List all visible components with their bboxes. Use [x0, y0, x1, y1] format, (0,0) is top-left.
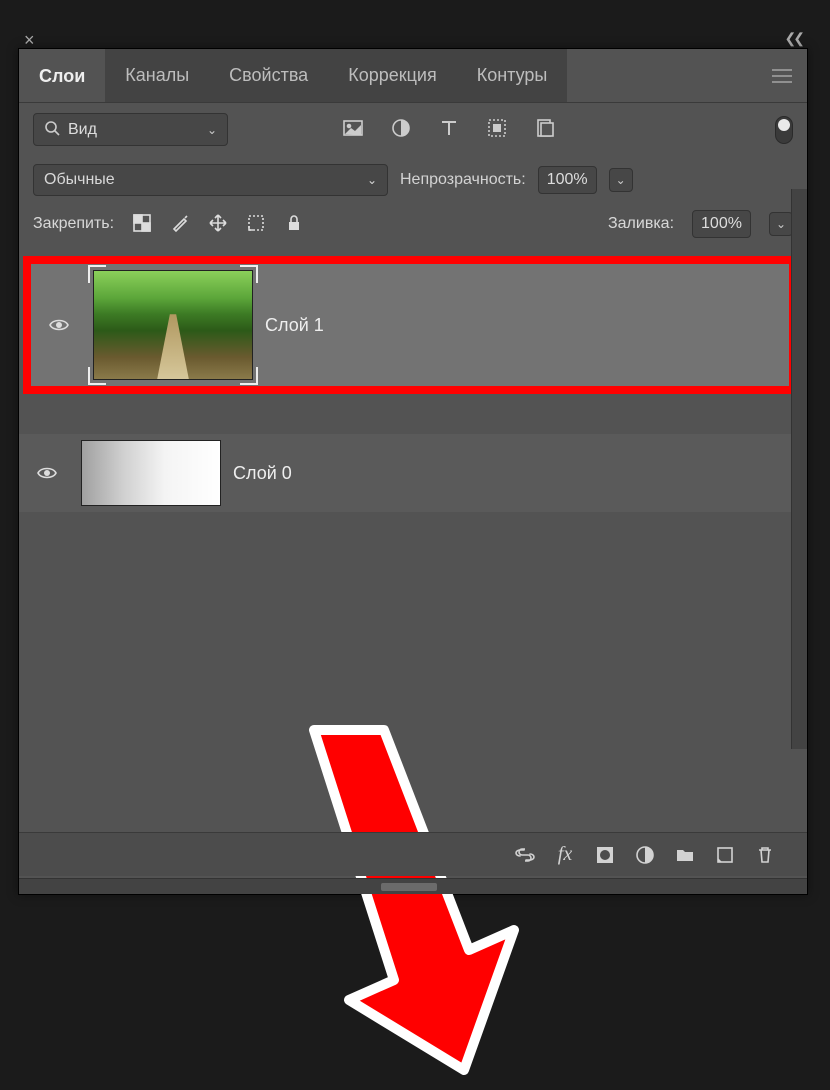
annotation-arrow	[254, 720, 524, 1090]
chevron-down-icon: ⌄	[367, 173, 377, 187]
tab-channels[interactable]: Каналы	[105, 49, 209, 102]
filter-shape-icon[interactable]	[486, 117, 508, 142]
tab-properties[interactable]: Свойства	[209, 49, 328, 102]
lock-artboard-icon[interactable]	[246, 213, 266, 236]
opacity-label: Непрозрачность:	[400, 171, 526, 189]
blend-opacity-row: Обычные ⌄ Непрозрачность: 100% ⌄	[19, 156, 807, 204]
tab-layers[interactable]: Слои	[19, 49, 105, 102]
horizontal-scrollbar[interactable]	[19, 878, 807, 894]
kind-select-label: Вид	[68, 121, 199, 139]
filter-pixel-icon[interactable]	[342, 117, 364, 142]
layer-filter-row: Вид ⌄	[19, 103, 807, 156]
layer-row[interactable]: Слой 1	[31, 264, 789, 386]
chevron-down-icon: ⌄	[207, 123, 217, 137]
lock-position-icon[interactable]	[208, 213, 228, 236]
annotation-highlight: Слой 1	[23, 256, 797, 394]
lock-row: Закрепить: Заливка: 100% ⌄	[19, 204, 807, 250]
filter-toggle[interactable]	[775, 116, 793, 144]
layer-bottom-toolbar: fx	[19, 832, 807, 876]
add-mask-icon[interactable]	[585, 844, 625, 866]
search-icon	[44, 120, 60, 139]
lock-transparency-icon[interactable]	[132, 213, 152, 236]
layer-name[interactable]: Слой 0	[233, 463, 292, 484]
delete-layer-icon[interactable]	[745, 844, 785, 866]
layer-name[interactable]: Слой 1	[265, 315, 324, 336]
vertical-scrollbar[interactable]	[791, 189, 807, 749]
panel-tabs: Слои Каналы Свойства Коррекция Контуры	[19, 49, 807, 103]
visibility-toggle-icon[interactable]	[25, 462, 69, 484]
fill-value[interactable]: 100%	[692, 210, 751, 238]
fill-label: Заливка:	[608, 215, 674, 233]
opacity-value[interactable]: 100%	[538, 166, 597, 194]
new-group-icon[interactable]	[665, 844, 705, 866]
filter-adjustment-icon[interactable]	[390, 117, 412, 142]
collapse-panel-icon[interactable]: ❮❮	[785, 30, 802, 47]
layer-thumbnail[interactable]	[93, 270, 253, 380]
filter-type-icon[interactable]	[438, 117, 460, 142]
blend-mode-select[interactable]: Обычные ⌄	[33, 164, 388, 196]
opacity-chevron-icon[interactable]: ⌄	[609, 168, 633, 192]
filter-smartobject-icon[interactable]	[534, 117, 556, 142]
visibility-toggle-icon[interactable]	[37, 314, 81, 336]
panel-menu-icon[interactable]	[757, 49, 807, 102]
layer-kind-select[interactable]: Вид ⌄	[33, 113, 228, 146]
link-layers-icon[interactable]	[505, 844, 545, 866]
new-layer-icon[interactable]	[705, 844, 745, 866]
layer-row[interactable]: Слой 0	[19, 434, 807, 512]
lock-all-icon[interactable]	[284, 213, 304, 236]
fill-chevron-icon[interactable]: ⌄	[769, 212, 793, 236]
lock-label: Закрепить:	[33, 215, 114, 233]
layer-thumbnail[interactable]	[81, 440, 221, 506]
tab-adjustments[interactable]: Коррекция	[328, 49, 457, 102]
layer-filter-icons	[342, 117, 556, 142]
layers-list: Слой 1 Слой 0	[19, 250, 807, 790]
tab-paths[interactable]: Контуры	[457, 49, 568, 102]
layers-panel: Слои Каналы Свойства Коррекция Контуры В…	[18, 48, 808, 895]
blend-mode-value: Обычные	[44, 171, 115, 189]
layer-style-icon[interactable]: fx	[545, 843, 585, 866]
adjustment-layer-icon[interactable]	[625, 844, 665, 866]
lock-paint-icon[interactable]	[170, 213, 190, 236]
